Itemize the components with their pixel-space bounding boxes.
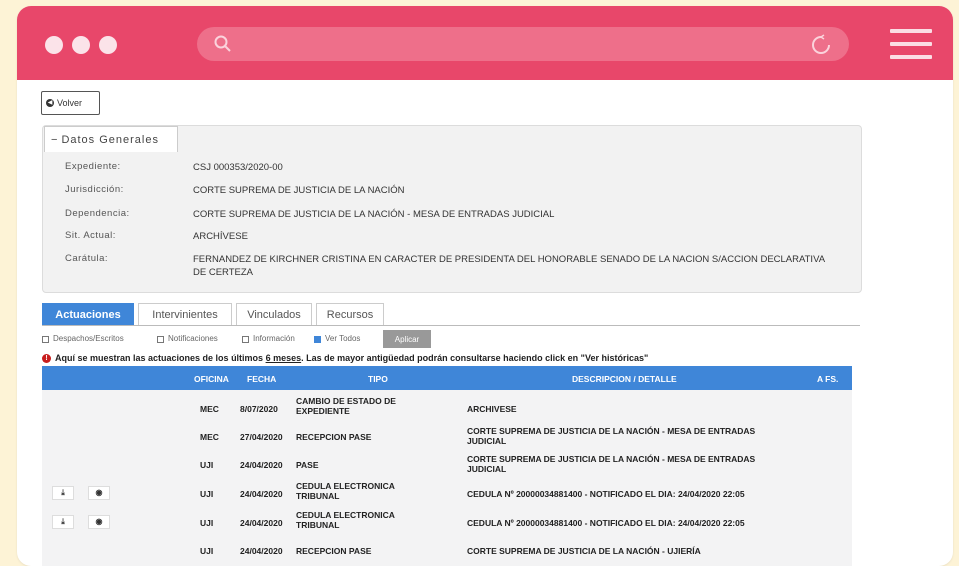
hamburger-menu-icon[interactable] [890, 29, 932, 59]
field-value: CORTE SUPREMA DE JUSTICIA DE LA NACIÓN -… [193, 209, 555, 220]
view-icon[interactable]: ◉ [88, 515, 110, 529]
field-label: Carátula: [65, 253, 109, 264]
filter-label: Información [253, 334, 295, 343]
column-header-oficina[interactable]: OFICINA [194, 374, 229, 384]
cell-fecha: 27/04/2020 [240, 432, 283, 442]
download-icon[interactable]: ⤓ [52, 515, 74, 529]
cell-fecha: 24/04/2020 [240, 489, 283, 499]
column-header-fecha[interactable]: FECHA [247, 374, 276, 384]
notice-text-end: . Las de mayor antigüedad podrán consult… [301, 353, 649, 363]
cell-tipo: CEDULA ELECTRONICA TRIBUNAL [296, 510, 395, 530]
cell-oficina: MEC [200, 404, 219, 414]
table-row[interactable]: ⤓ ◉ UJI 24/04/2020 CEDULA ELECTRONICA TR… [42, 479, 852, 506]
back-button[interactable]: ◀ Volver [41, 91, 100, 115]
alert-icon: ! [42, 354, 51, 363]
tab-actuaciones[interactable]: Actuaciones [42, 303, 134, 325]
column-header-afs[interactable]: A FS. [817, 374, 838, 384]
cell-tipo: RECEPCION PASE [296, 546, 372, 556]
cell-fecha: 8/07/2020 [240, 404, 278, 414]
cell-oficina: MEC [200, 432, 219, 442]
field-label: Sit. Actual: [65, 230, 116, 241]
cell-fecha: 24/04/2020 [240, 518, 283, 528]
window-dot-icon[interactable] [45, 36, 63, 54]
general-data-title: Datos Generales [61, 133, 159, 146]
table-header: OFICINA FECHA TIPO DESCRIPCION / DETALLE… [42, 366, 852, 390]
cell-descripcion: CORTE SUPREMA DE JUSTICIA DE LA NACIÓN -… [467, 454, 756, 474]
cell-descripcion: CEDULA Nº 20000034881400 - NOTIFICADO EL… [467, 489, 745, 499]
cell-oficina: UJI [200, 546, 214, 556]
column-header-descripcion[interactable]: DESCRIPCION / DETALLE [572, 374, 677, 384]
tab-intervinientes[interactable]: Intervinientes [138, 303, 232, 325]
search-icon [214, 35, 231, 52]
address-bar[interactable] [197, 27, 849, 61]
view-icon[interactable]: ◉ [88, 486, 110, 500]
browser-window: ◀ Volver − Datos Generales Expediente: C… [17, 6, 953, 566]
table-row[interactable]: MEC 8/07/2020 CAMBIO DE ESTADO DE EXPEDI… [42, 393, 852, 420]
filter-label: Despachos/Escritos [53, 334, 124, 343]
cell-tipo: CAMBIO DE ESTADO DE EXPEDIENTE [296, 396, 396, 416]
cell-tipo: CEDULA ELECTRONICA TRIBUNAL [296, 481, 395, 501]
window-dot-icon[interactable] [72, 36, 90, 54]
cell-tipo: RECEPCION PASE [296, 432, 372, 442]
cell-descripcion: ARCHIVESE [467, 404, 517, 414]
cell-tipo: PASE [296, 460, 319, 470]
field-value: ARCHÍVESE [193, 231, 248, 242]
download-icon[interactable]: ⤓ [52, 486, 74, 500]
reload-icon[interactable] [810, 34, 832, 56]
collapse-icon: − [51, 133, 59, 146]
cell-descripcion: CORTE SUPREMA DE JUSTICIA DE LA NACIÓN -… [467, 546, 701, 556]
cell-oficina: UJI [200, 489, 214, 499]
cell-oficina: UJI [200, 460, 214, 470]
table-row[interactable]: ⤓ ◉ UJI 24/04/2020 CEDULA ELECTRONICA TR… [42, 508, 852, 535]
back-button-label: Volver [57, 98, 83, 108]
field-label: Expediente: [65, 161, 121, 172]
notice-text-start: Aquí se muestran las actuaciones de los … [55, 353, 266, 363]
cell-oficina: UJI [200, 518, 214, 528]
filter-bar: Despachos/Escritos Notificaciones Inform… [42, 329, 860, 349]
cell-descripcion: CORTE SUPREMA DE JUSTICIA DE LA NACIÓN -… [467, 426, 756, 446]
browser-titlebar [17, 6, 953, 80]
column-header-tipo[interactable]: TIPO [368, 374, 388, 384]
field-label: Dependencia: [65, 208, 130, 219]
back-arrow-icon: ◀ [46, 99, 54, 107]
tab-recursos[interactable]: Recursos [316, 303, 384, 325]
table-row[interactable]: UJI 24/04/2020 PASE CORTE SUPREMA DE JUS… [42, 450, 852, 477]
filter-checkbox-despachos[interactable] [42, 336, 49, 343]
cell-fecha: 24/04/2020 [240, 546, 283, 556]
general-data-header[interactable]: − Datos Generales [44, 126, 178, 152]
field-value: FERNANDEZ DE KIRCHNER CRISTINA EN CARACT… [193, 254, 825, 278]
filter-label: Ver Todos [325, 334, 361, 343]
cell-fecha: 24/04/2020 [240, 460, 283, 470]
actuaciones-table: OFICINA FECHA TIPO DESCRIPCION / DETALLE… [42, 366, 852, 566]
cell-descripcion: CEDULA Nº 20000034881400 - NOTIFICADO EL… [467, 518, 745, 528]
page-content: ◀ Volver − Datos Generales Expediente: C… [17, 80, 953, 566]
tab-bar: Actuaciones Intervinientes Vinculados Re… [42, 303, 860, 326]
filter-checkbox-ver-todos[interactable] [314, 336, 321, 343]
field-label: Jurisdicción: [65, 184, 124, 195]
field-value: CSJ 000353/2020-00 [193, 162, 283, 173]
table-row[interactable]: MEC 27/04/2020 RECEPCION PASE CORTE SUPR… [42, 422, 852, 449]
notice-months-link[interactable]: 6 meses [266, 353, 302, 363]
apply-filters-button[interactable]: Aplicar [383, 330, 431, 348]
filter-checkbox-informacion[interactable] [242, 336, 249, 343]
field-value: CORTE SUPREMA DE JUSTICIA DE LA NACIÓN [193, 185, 405, 196]
notice-text: Aquí se muestran las actuaciones de los … [55, 353, 648, 363]
window-dot-icon[interactable] [99, 36, 117, 54]
tab-vinculados[interactable]: Vinculados [236, 303, 312, 325]
filter-label: Notificaciones [168, 334, 218, 343]
table-row[interactable]: UJI 24/04/2020 RECEPCION PASE CORTE SUPR… [42, 536, 852, 563]
filter-checkbox-notificaciones[interactable] [157, 336, 164, 343]
